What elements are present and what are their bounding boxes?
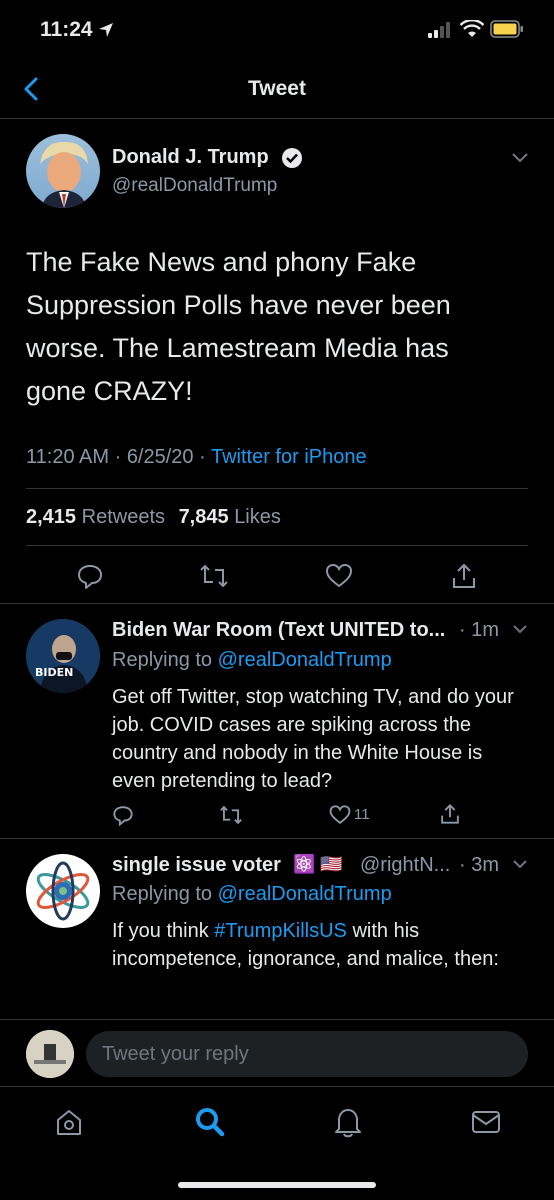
user-avatar[interactable] [26, 1030, 74, 1078]
nav-header: Tweet [0, 60, 554, 118]
reply-author-name[interactable]: single issue voter [112, 854, 281, 877]
engagement-stats: 2,415 Retweets 7,845 Likes [26, 506, 281, 529]
avatar[interactable] [26, 134, 100, 208]
reply-icon[interactable] [76, 562, 104, 590]
reply-tweet[interactable]: BIDEN Biden War Room (Text UNITED to... … [0, 604, 554, 838]
tweet-source-link[interactable]: Twitter for iPhone [211, 446, 367, 468]
tweet-timestamp: 11:20 AM · 6/25/20 · Twitter for iPhone [26, 446, 367, 468]
verified-badge-icon [281, 147, 303, 169]
share-icon[interactable] [450, 562, 478, 590]
like-heart-icon[interactable] [329, 804, 351, 826]
search-icon[interactable] [194, 1106, 226, 1138]
tweet-text: The Fake News and phony Fake Suppression… [26, 247, 451, 406]
retweet-icon[interactable] [199, 562, 229, 590]
like-count: 11 [354, 806, 370, 823]
tweet-time: 11:20 AM [26, 446, 110, 468]
divider [26, 545, 528, 546]
likes-count: 7,845 [178, 506, 229, 528]
reply-time: · 3m [459, 854, 500, 876]
retweet-icon[interactable] [219, 804, 243, 826]
replying-to: Replying to @realDonaldTrump [112, 649, 392, 671]
retweets-label: Retweets [81, 506, 165, 528]
home-icon[interactable] [54, 1107, 84, 1137]
cellular-signal-icon [428, 22, 454, 38]
retweets-count: 2,415 [26, 506, 77, 528]
wifi-icon [460, 20, 484, 38]
divider [26, 488, 528, 489]
main-tweet: Donald J. Trump @realDonaldTrump The Fak… [0, 119, 554, 604]
avatar[interactable]: BIDEN [26, 619, 100, 693]
reply-author-name[interactable]: Biden War Room (Text UNITED to... [112, 619, 445, 642]
hashtag-link[interactable]: #TrumpKillsUS [214, 920, 347, 942]
home-indicator [178, 1182, 376, 1188]
status-bar: 11:24 [0, 0, 554, 60]
main-actions [0, 560, 554, 592]
reply-input-placeholder: Tweet your reply [102, 1043, 249, 1065]
reply-text: Get off Twitter, stop watching TV, and d… [112, 686, 514, 792]
reply-composer: Tweet your reply [0, 1020, 554, 1086]
author-name[interactable]: Donald J. Trump [112, 146, 269, 169]
replying-to: Replying to @realDonaldTrump [112, 883, 392, 905]
tweet-date: 6/25/20 [126, 446, 194, 468]
retweets-stat[interactable]: 2,415 Retweets [26, 506, 171, 528]
reply-icon[interactable] [112, 804, 134, 826]
chevron-down-icon[interactable] [512, 859, 528, 870]
reply-handle[interactable]: @rightN... [360, 854, 450, 877]
reply-input[interactable]: Tweet your reply [86, 1031, 528, 1077]
location-arrow-icon [98, 22, 114, 38]
likes-stat[interactable]: 7,845 Likes [179, 506, 281, 528]
like-heart-icon[interactable] [325, 562, 353, 590]
avatar[interactable] [26, 854, 100, 928]
reply-text: If you think #TrumpKillsUS with his inco… [112, 920, 499, 970]
reply-time: · 1m [459, 619, 500, 641]
chevron-down-icon[interactable] [511, 151, 529, 163]
tab-bar [0, 1087, 554, 1200]
battery-icon [490, 20, 524, 38]
replying-handle-link[interactable]: @realDonaldTrump [218, 649, 392, 671]
author-handle[interactable]: @realDonaldTrump [112, 175, 277, 197]
replying-handle-link[interactable]: @realDonaldTrump [218, 883, 392, 905]
share-icon[interactable] [439, 802, 461, 826]
reply-tweet[interactable]: single issue voter ⚛️ 🇺🇸 @rightN... · 3m… [0, 839, 554, 1019]
notifications-bell-icon[interactable] [333, 1106, 363, 1138]
status-time: 11:24 [40, 18, 93, 41]
messages-envelope-icon[interactable] [471, 1109, 501, 1135]
page-title: Tweet [248, 77, 306, 100]
avatar-text: BIDEN [35, 666, 74, 679]
author-emoji: ⚛️ 🇺🇸 [293, 854, 343, 874]
chevron-down-icon[interactable] [512, 624, 528, 635]
likes-label: Likes [234, 506, 281, 528]
